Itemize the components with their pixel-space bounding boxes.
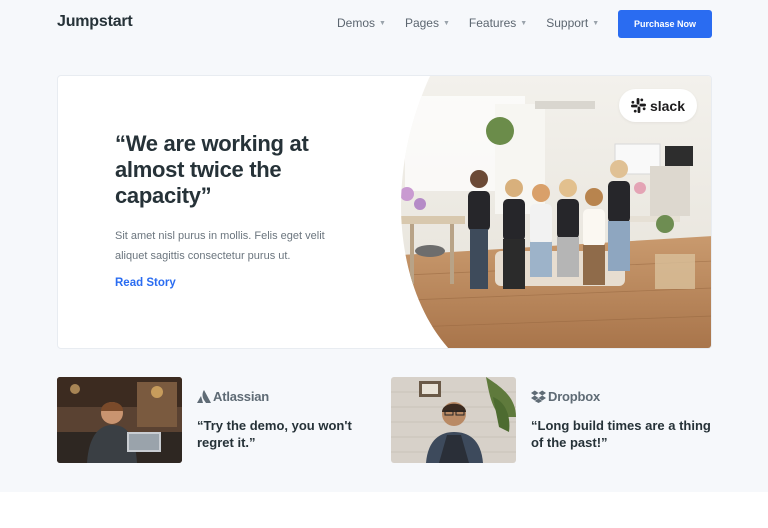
nav-item-label: Pages [404, 16, 439, 30]
testimonial-card-atlassian[interactable]: Atlassian “Try the demo, you won't regre… [57, 377, 387, 463]
caret-down-icon: ▼ [592, 19, 600, 27]
atlassian-logo: Atlassian [197, 389, 269, 404]
dropbox-icon [531, 390, 546, 403]
hero-testimonial-card: “We are working at almost twice the capa… [57, 75, 712, 349]
slack-icon [630, 98, 646, 113]
testimonial-quote: “Long build times are a thing of the pas… [531, 418, 711, 450]
read-story-link[interactable]: Read Story [115, 277, 176, 289]
atlassian-wordmark: Atlassian [213, 389, 270, 404]
nav-item-label: Features [468, 16, 517, 30]
nav-item-demos[interactable]: Demos ▼ [337, 16, 386, 30]
caret-down-icon: ▼ [520, 19, 528, 27]
nav-item-label: Support [546, 16, 589, 30]
slack-wordmark: slack [649, 97, 686, 114]
caret-down-icon: ▼ [442, 19, 450, 27]
top-navbar: Jumpstart Demos ▼ Pages ▼ Features ▼ Sup… [0, 0, 768, 48]
slack-logo-badge: slack [619, 89, 697, 122]
nav-item-support[interactable]: Support ▼ [546, 16, 599, 30]
nav-item-features[interactable]: Features ▼ [469, 16, 527, 30]
brand-logo[interactable]: Jumpstart [57, 13, 133, 31]
testimonial-quote: “Try the demo, you won't regret it.” [197, 418, 352, 450]
caret-down-icon: ▼ [379, 19, 386, 27]
testimonial-card-dropbox[interactable]: Dropbox “Long build times are a thing of… [391, 377, 721, 463]
nav-item-label: Demos [337, 16, 376, 30]
man-at-laptop-photo [57, 377, 182, 463]
nav-item-pages[interactable]: Pages ▼ [405, 16, 450, 30]
man-portrait-photo [391, 377, 516, 463]
hero-quote: “We are working at almost twice the capa… [115, 131, 309, 208]
atlassian-icon [197, 390, 211, 403]
dropbox-logo: Dropbox [531, 389, 600, 404]
purchase-now-button[interactable]: Purchase Now [618, 10, 712, 38]
footer-band [0, 492, 768, 528]
nav-menu: Demos ▼ Pages ▼ Features ▼ Support ▼ [337, 16, 618, 30]
dropbox-wordmark: Dropbox [548, 389, 601, 404]
hero-body-text: Sit amet nisl purus in mollis. Felis ege… [115, 230, 325, 262]
